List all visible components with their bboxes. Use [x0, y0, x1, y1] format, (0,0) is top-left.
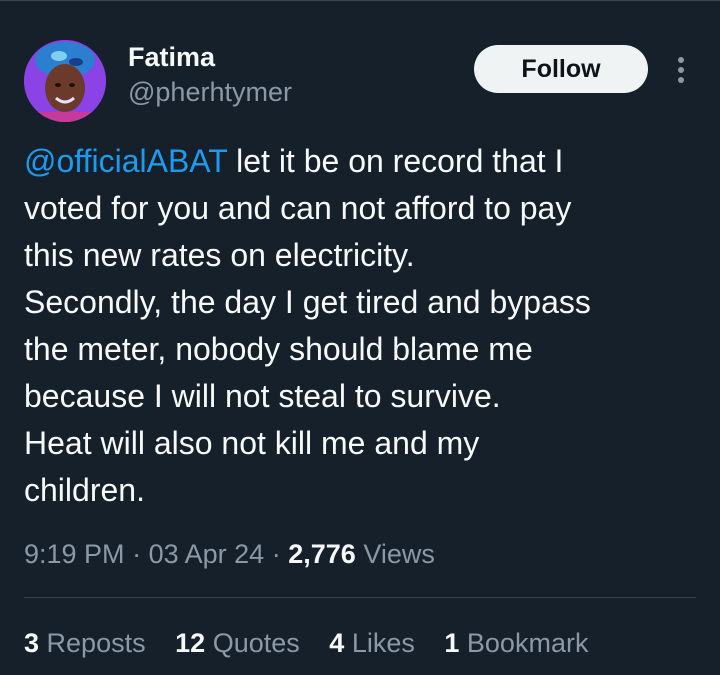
- bookmarks-label: Bookmark: [466, 628, 589, 658]
- tweet-time[interactable]: 9:19 PM: [24, 539, 125, 569]
- tweet-line: Secondly, the day I get tired and bypass: [24, 284, 591, 320]
- top-border: [0, 0, 720, 1]
- bookmarks-count: 1: [444, 628, 460, 658]
- reposts-label: Reposts: [46, 628, 146, 658]
- avatar[interactable]: [24, 40, 106, 122]
- follow-button[interactable]: Follow: [474, 45, 648, 93]
- stat-quotes[interactable]: 12 Quotes: [175, 623, 300, 663]
- tweet-text: @officialABAT let it be on record that I…: [24, 138, 704, 514]
- author-handle[interactable]: @pherhtymer: [128, 74, 292, 110]
- likes-count: 4: [329, 628, 345, 658]
- tweet-meta: 9:19 PM · 03 Apr 24 · 2,776 Views: [24, 534, 435, 574]
- author-block: Fatima @pherhtymer: [128, 40, 292, 110]
- more-options-button[interactable]: [666, 50, 696, 90]
- engagement-stats: 3 Reposts 12 Quotes 4 Likes 1 Bookmark: [24, 623, 610, 663]
- meta-separator: ·: [271, 539, 281, 569]
- mention-link[interactable]: @officialABAT: [24, 143, 227, 179]
- tweet-line: @officialABAT let it be on record that I: [24, 138, 704, 185]
- quotes-count: 12: [175, 628, 206, 658]
- tweet-line: Heat will also not kill me and my: [24, 425, 480, 461]
- reposts-count: 3: [24, 628, 40, 658]
- tweet-date[interactable]: 03 Apr 24: [149, 539, 265, 569]
- tweet-line: children.: [24, 472, 145, 508]
- tweet-line-text: let it be on record that I: [227, 143, 564, 179]
- stat-likes[interactable]: 4 Likes: [329, 623, 415, 663]
- tweet-line: the meter, nobody should blame me: [24, 331, 533, 367]
- divider: [24, 597, 696, 598]
- quotes-label: Quotes: [212, 628, 300, 658]
- meta-separator: ·: [132, 539, 142, 569]
- views-label: Views: [363, 539, 435, 569]
- author-display-name[interactable]: Fatima: [128, 40, 292, 74]
- likes-label: Likes: [351, 628, 415, 658]
- stat-reposts[interactable]: 3 Reposts: [24, 623, 146, 663]
- avatar-image: [24, 40, 106, 122]
- views-count: 2,776: [288, 539, 356, 569]
- stat-bookmarks[interactable]: 1 Bookmark: [444, 623, 588, 663]
- tweet-line: voted for you and can not afford to pay: [24, 190, 572, 226]
- more-vertical-icon: [678, 57, 684, 83]
- tweet-line: this new rates on electricity.: [24, 237, 415, 273]
- tweet-header: Fatima @pherhtymer Follow: [24, 38, 696, 122]
- tweet-line: because I will not steal to survive.: [24, 378, 501, 414]
